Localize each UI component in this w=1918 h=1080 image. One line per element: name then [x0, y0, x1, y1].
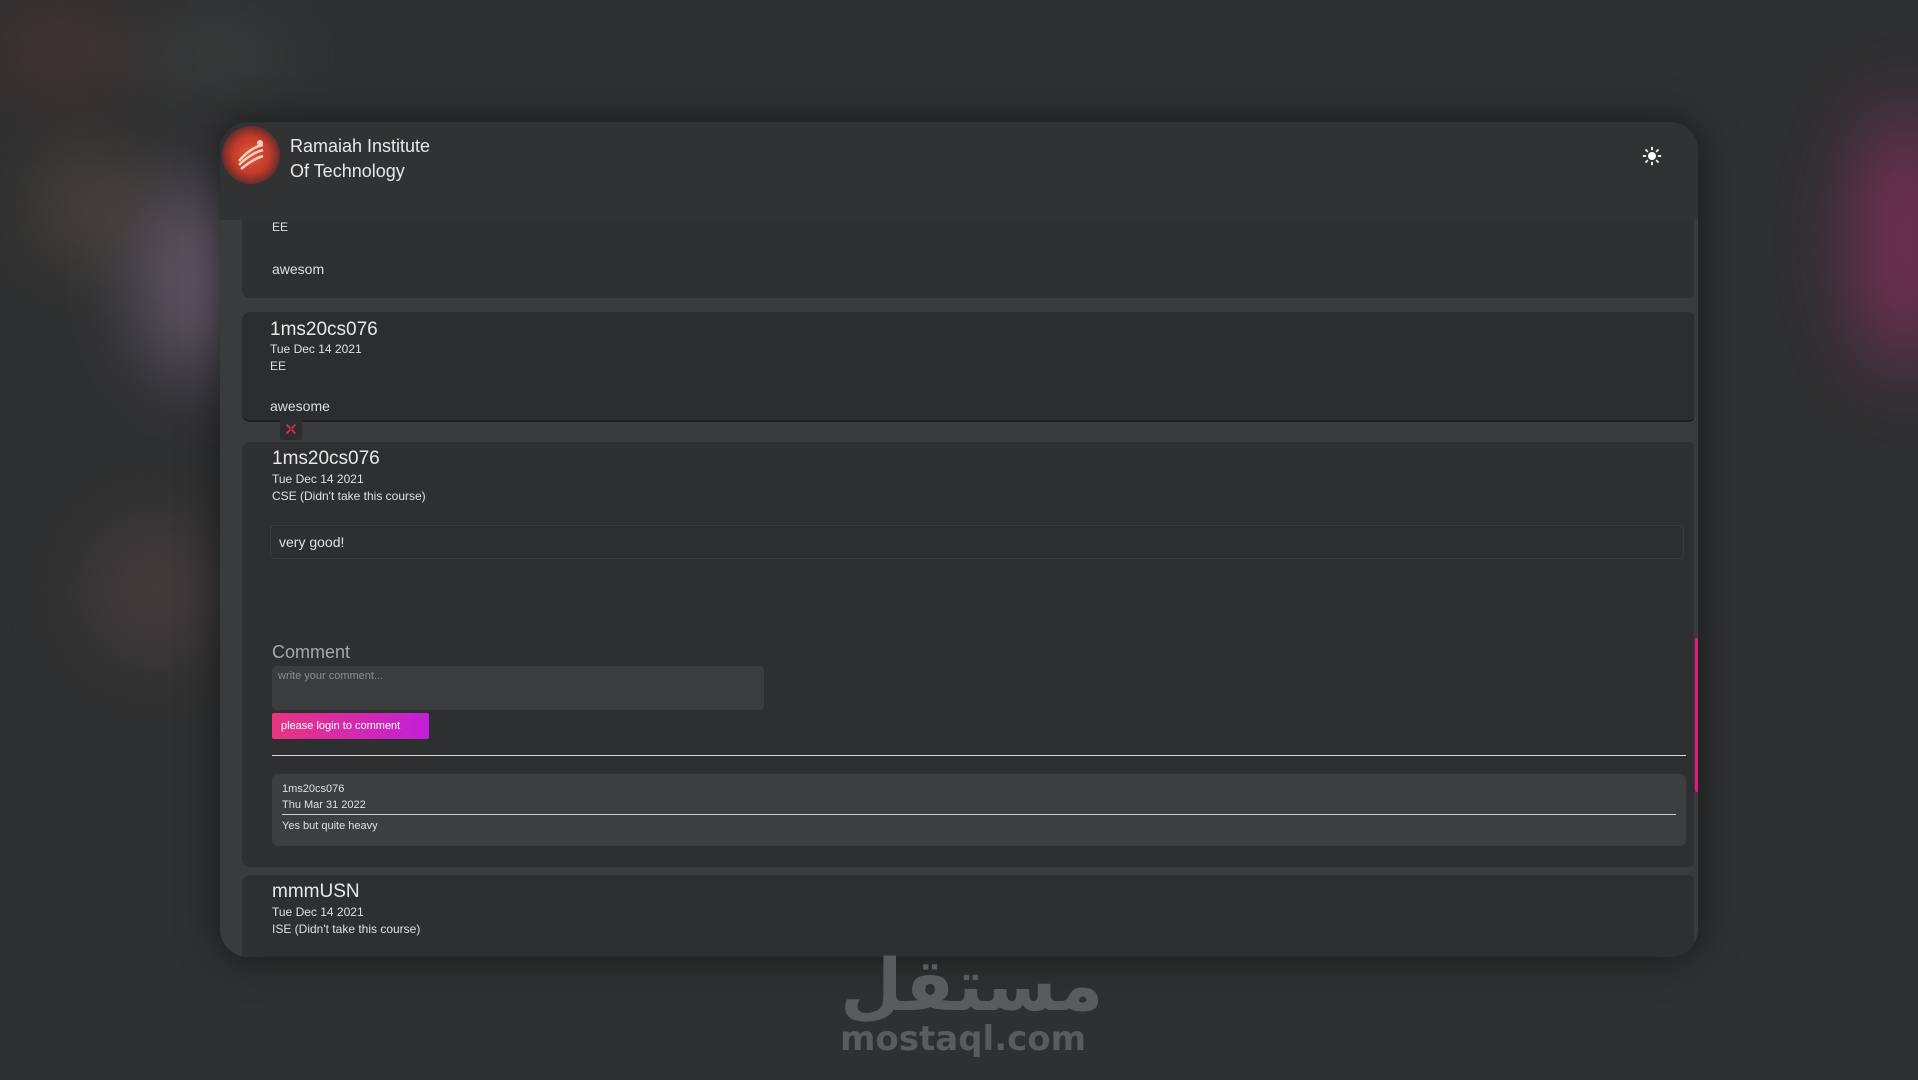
comment-user: 1ms20cs076	[282, 783, 345, 795]
review-dept: ISE (Didn't take this course)	[272, 922, 421, 936]
course-review-modal: Ramaiah Institute Of Technology EE aweso…	[220, 122, 1698, 957]
sun-icon[interactable]	[1642, 146, 1662, 166]
login-to-comment-button[interactable]: please login to comment	[272, 713, 429, 739]
comment-label: Comment	[272, 642, 351, 662]
review-body: awesome	[270, 398, 330, 414]
review-dept: EE	[272, 220, 289, 234]
modal-header: Ramaiah Institute Of Technology	[220, 122, 1698, 220]
comment-date: Thu Mar 31 2022	[282, 799, 366, 811]
background-blur	[40, 150, 140, 260]
review-date: Tue Dec 14 2021	[270, 342, 362, 356]
review-dept: CSE (Didn't take this course)	[272, 489, 426, 503]
comment-input[interactable]	[272, 666, 764, 710]
divider	[272, 755, 1686, 756]
background-blur	[1860, 110, 1918, 370]
institute-logo	[222, 126, 280, 184]
close-button[interactable]	[280, 418, 302, 440]
brand-line-1: Ramaiah Institute	[290, 136, 431, 156]
review-card: EE awesom	[242, 220, 1694, 298]
comment-text: Yes but quite heavy	[282, 820, 378, 832]
review-user: mmmUSN	[272, 881, 360, 902]
close-icon	[286, 424, 296, 434]
review-card-expanded: 1ms20cs076 Tue Dec 14 2021 CSE (Didn't t…	[242, 442, 1694, 867]
background-blur	[120, 30, 300, 80]
review-date: Tue Dec 14 2021	[272, 905, 364, 919]
background-blur	[90, 520, 220, 660]
watermark: مستقل mostaql.com	[840, 943, 1104, 1059]
review-user: 1ms20cs076	[272, 448, 380, 469]
background-blur	[0, 20, 120, 80]
review-body: very good!	[279, 534, 345, 550]
scrollbar-thumb[interactable]	[1695, 638, 1698, 792]
institute-name: Ramaiah Institute Of Technology	[290, 134, 430, 184]
review-date: Tue Dec 14 2021	[272, 472, 364, 486]
review-body: awesom	[272, 261, 325, 277]
review-dept: EE	[270, 359, 287, 373]
reviews-list[interactable]: EE awesom 1ms20cs076 Tue Dec 14 2021 EE …	[242, 220, 1694, 957]
review-card: 1ms20cs076 Tue Dec 14 2021 EE awesome	[242, 312, 1694, 422]
review-user: 1ms20cs076	[270, 319, 378, 340]
brand-line-2: Of Technology	[290, 161, 405, 181]
divider	[282, 814, 1676, 815]
watermark-arabic: مستقل	[840, 943, 1104, 1027]
comment-item: 1ms20cs076 Thu Mar 31 2022 Yes but quite…	[272, 774, 1686, 846]
watermark-latin: mostaql.com	[840, 1019, 1087, 1059]
logo-icon	[238, 140, 264, 170]
review-body-box: very good!	[270, 525, 1684, 559]
